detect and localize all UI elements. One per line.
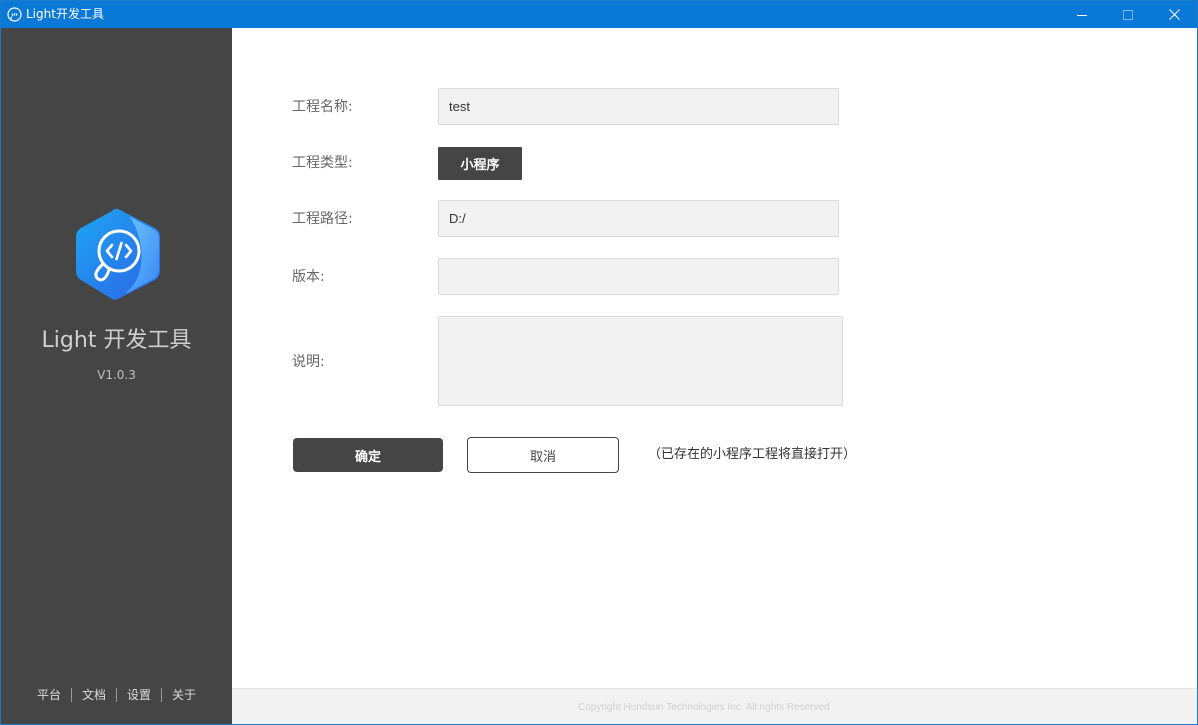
- confirm-button[interactable]: 确定: [293, 438, 443, 472]
- project-name-input[interactable]: [438, 88, 839, 125]
- app-version: V1.0.3: [97, 368, 136, 382]
- minimize-icon: [1077, 14, 1087, 16]
- close-button[interactable]: [1151, 1, 1197, 28]
- project-form: 工程名称: 工程类型: 小程序 工程路径: 版本: 说明: 确定 取消 （已存在…: [232, 28, 1197, 688]
- description-label: 说明:: [292, 354, 325, 370]
- app-name: Light 开发工具: [41, 328, 192, 353]
- description-textarea[interactable]: [438, 316, 843, 406]
- maximize-button[interactable]: [1105, 1, 1151, 28]
- project-name-label: 工程名称:: [292, 99, 353, 115]
- project-path-label: 工程路径:: [292, 211, 353, 227]
- version-input[interactable]: [438, 258, 839, 295]
- project-path-input[interactable]: [438, 200, 839, 237]
- minimize-button[interactable]: [1059, 1, 1105, 28]
- code-link-logo-icon: [75, 207, 161, 301]
- app-window: Light开发工具 Light 开发工具 V1.0.3 平台 文档 设置 关于 …: [0, 0, 1198, 725]
- sidebar-item-about[interactable]: 关于: [162, 687, 206, 703]
- version-label: 版本:: [292, 269, 325, 285]
- sidebar-item-settings[interactable]: 设置: [117, 687, 161, 703]
- sidebar-item-platform[interactable]: 平台: [27, 687, 71, 703]
- maximize-icon: [1123, 9, 1133, 20]
- copyright-text: Copyright Hundsun Technologies Inc. All …: [578, 702, 830, 713]
- sidebar-footer-nav: 平台 文档 设置 关于: [1, 685, 232, 705]
- app-logo-icon: [7, 7, 22, 22]
- sidebar-item-docs[interactable]: 文档: [72, 687, 116, 703]
- hint-text: （已存在的小程序工程将直接打开）: [648, 447, 857, 462]
- project-type-label: 工程类型:: [292, 155, 353, 171]
- title-bar[interactable]: Light开发工具: [1, 1, 1197, 28]
- sidebar: Light 开发工具 V1.0.3 平台 文档 设置 关于: [1, 28, 232, 724]
- window-title: Light开发工具: [26, 7, 104, 21]
- project-type-mini-program-button[interactable]: 小程序: [438, 147, 522, 180]
- close-icon: [1168, 9, 1180, 20]
- copyright-bar: Copyright Hundsun Technologies Inc. All …: [232, 688, 1197, 724]
- cancel-button[interactable]: 取消: [467, 437, 619, 473]
